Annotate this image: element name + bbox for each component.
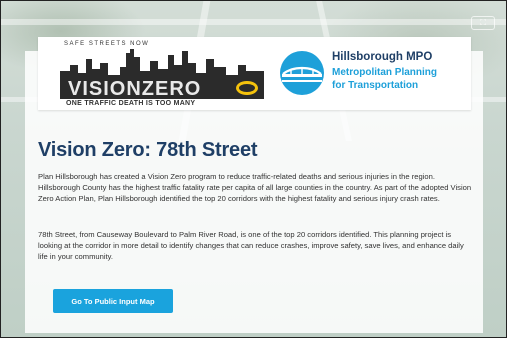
corridor-paragraph: 78th Street, from Causeway Boulevard to … [38,230,464,261]
visionzero-wordmark: VISIONZERO [60,77,264,100]
visionzero-logo: SAFE STREETS NOW VISIONZERO ONE TRAFFIC … [60,41,264,107]
zero-ring-icon [236,81,258,95]
page-frame: ⛶ SAFE STREETS NOW VISIONZERO ONE TRAFFI… [0,0,507,338]
bridge-globe-icon [280,51,324,95]
visionzero-slogan: ONE TRAFFIC DEATH IS TOO MANY [66,100,196,107]
road-stripe [1,19,506,25]
logo-banner: SAFE STREETS NOW VISIONZERO ONE TRAFFIC … [38,37,471,110]
city-skyline-icon [60,49,264,81]
intro-paragraph: Plan Hillsborough has created a Vision Z… [38,172,472,203]
page-title: Vision Zero: 78th Street [38,139,258,161]
mpo-subtitle-line2: for Transportation [332,80,419,91]
mpo-subtitle-line1: Metropolitan Planning [332,67,437,78]
fullscreen-icon[interactable]: ⛶ [471,16,495,30]
go-to-public-input-map-button[interactable]: Go To Public Input Map [53,289,173,313]
mpo-title: Hillsborough MPO [332,51,433,63]
